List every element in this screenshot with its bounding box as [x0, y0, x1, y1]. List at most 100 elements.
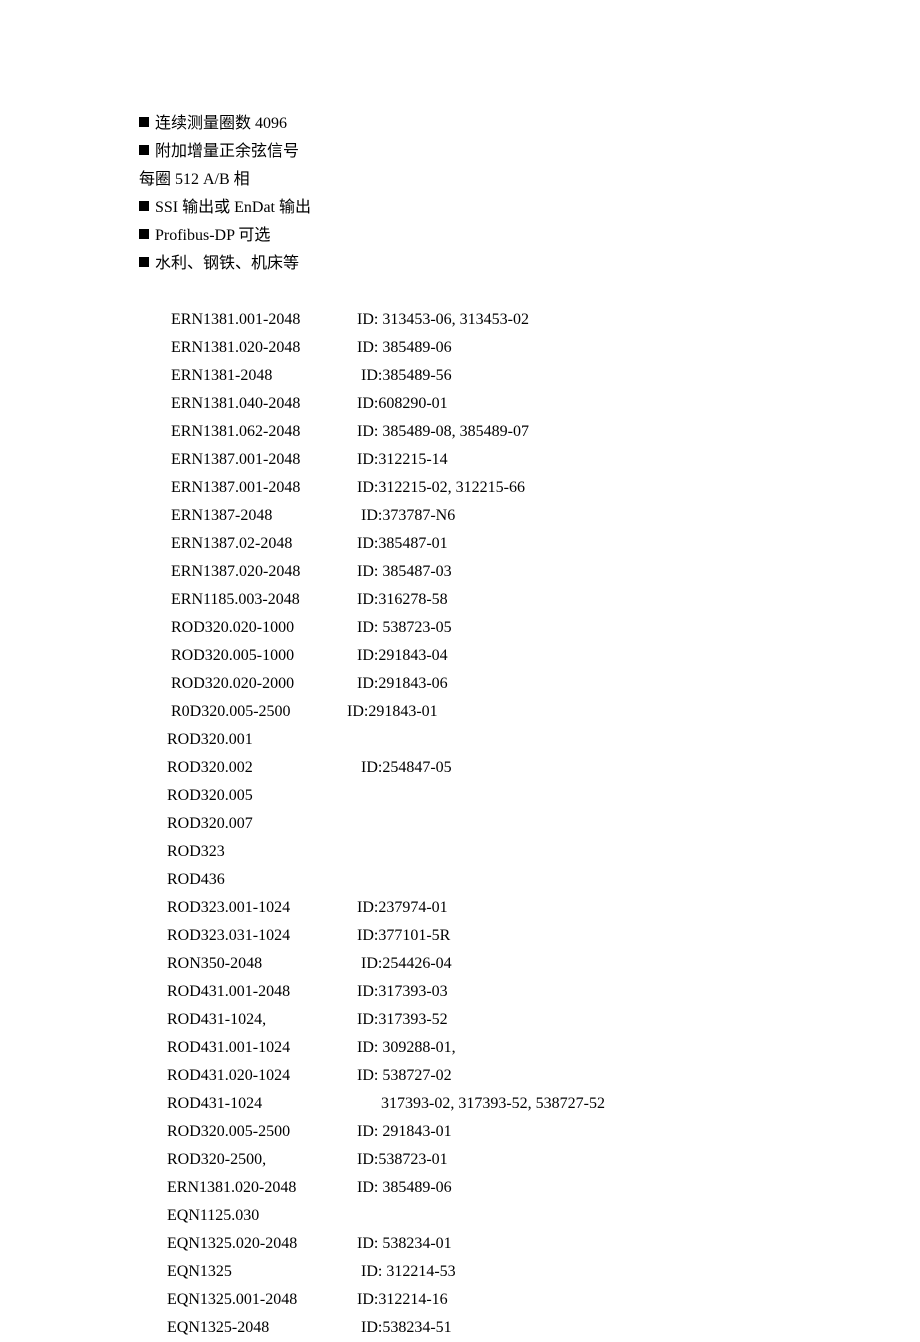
list-item: ROD320.001	[167, 726, 779, 754]
bullet-text: 水利、钢铁、机床等	[155, 255, 299, 272]
model-cell: ERN1381.062-2048	[167, 418, 357, 446]
list-item: EQN1325-2048 ID:538234-51	[167, 1314, 779, 1342]
list-item: ERN1387.02-2048ID:385487-01	[167, 530, 779, 558]
id-cell: ID: 309288-01,	[357, 1034, 779, 1062]
id-cell: ID:538723-01	[357, 1146, 779, 1174]
model-cell: ERN1381.020-2048	[167, 334, 357, 362]
list-item: ROD320.005-1000ID:291843-04	[167, 642, 779, 670]
list-item: ERN1387.001-2048ID:312215-14	[167, 446, 779, 474]
list-item: ERN1381.020-2048ID: 385489-06	[167, 1174, 779, 1202]
bullet-item: Profibus-DP 可选	[139, 222, 779, 250]
model-cell: ERN1381.040-2048	[167, 390, 357, 418]
list-item: ROD436	[167, 866, 779, 894]
list-item: ROD320.020-1000ID: 538723-05	[167, 614, 779, 642]
model-cell: ROD436	[167, 866, 357, 894]
id-cell: ID:291843-01	[347, 698, 779, 726]
model-cell: EQN1125.030	[167, 1202, 357, 1230]
bullet-item: 连续测量圈数 4096	[139, 110, 779, 138]
model-cell: ROD431.001-1024	[167, 1034, 357, 1062]
list-item: EQN1125.030	[167, 1202, 779, 1230]
list-item: ROD320.020-2000ID:291843-06	[167, 670, 779, 698]
square-bullet-icon	[139, 201, 149, 211]
id-cell: ID: 538727-02	[357, 1062, 779, 1090]
id-cell: ID:377101-5R	[357, 922, 779, 950]
model-cell: ROD320.020-1000	[167, 614, 357, 642]
model-cell: ROD320.020-2000	[167, 670, 357, 698]
list-item: ROD431-1024 317393-02, 317393-52, 538727…	[167, 1090, 779, 1118]
model-cell: ROD320.007	[167, 810, 357, 838]
id-cell: ID: 385489-06	[357, 1174, 779, 1202]
model-cell: ERN1387.001-2048	[167, 446, 357, 474]
id-cell	[357, 726, 779, 754]
id-cell: ID:254847-05	[357, 754, 779, 782]
id-cell: ID: 385487-03	[357, 558, 779, 586]
bullet-text: 附加增量正余弦信号	[155, 143, 299, 160]
id-cell: ID:538234-51	[357, 1314, 779, 1342]
bullet-item: 附加增量正余弦信号	[139, 138, 779, 166]
id-cell: ID:312215-02, 312215-66	[357, 474, 779, 502]
square-bullet-icon	[139, 257, 149, 267]
model-cell: ROD323.031-1024	[167, 922, 357, 950]
list-item: ROD431.001-2048ID:317393-03	[167, 978, 779, 1006]
model-cell: ERN1387.020-2048	[167, 558, 357, 586]
model-cell: ERN1185.003-2048	[167, 586, 357, 614]
id-cell: ID: 313453-06, 313453-02	[357, 306, 779, 334]
id-cell: ID:254426-04	[357, 950, 779, 978]
model-cell: ROD320.005-2500	[167, 1118, 357, 1146]
id-cell: ID:385487-01	[357, 530, 779, 558]
list-item: ERN1381.062-2048ID: 385489-08, 385489-07	[167, 418, 779, 446]
id-cell: ID:316278-58	[357, 586, 779, 614]
subline-text: 每圈 512 A/B 相	[139, 171, 250, 188]
list-item: EQN1325.020-2048ID: 538234-01	[167, 1230, 779, 1258]
model-cell: ROD320-2500,	[167, 1146, 357, 1174]
list-item: ERN1381.001-2048ID: 313453-06, 313453-02	[167, 306, 779, 334]
model-cell: ROD320.001	[167, 726, 357, 754]
model-cell: RON350-2048	[167, 950, 357, 978]
id-cell: ID: 385489-06	[357, 334, 779, 362]
list-item: ROD320.002 ID:254847-05	[167, 754, 779, 782]
square-bullet-icon	[139, 229, 149, 239]
square-bullet-icon	[139, 117, 149, 127]
bullet-text: SSI 输出或 EnDat 输出	[155, 199, 311, 216]
model-cell: ROD320.005-1000	[167, 642, 357, 670]
model-cell: ROD320.002	[167, 754, 357, 782]
id-cell: 317393-02, 317393-52, 538727-52	[357, 1090, 779, 1118]
id-cell: ID:291843-04	[357, 642, 779, 670]
list-item: ROD320-2500,ID:538723-01	[167, 1146, 779, 1174]
list-item: ERN1387.001-2048ID:312215-02, 312215-66	[167, 474, 779, 502]
id-cell: ID:385489-56	[357, 362, 779, 390]
model-cell: EQN1325.020-2048	[167, 1230, 357, 1258]
id-cell: ID:317393-03	[357, 978, 779, 1006]
id-cell: ID: 312214-53	[357, 1258, 779, 1286]
id-cell	[357, 1202, 779, 1230]
list-item: ERN1381.020-2048ID: 385489-06	[167, 334, 779, 362]
model-cell: EQN1325-2048	[167, 1314, 357, 1342]
model-cell: ROD431-1024,	[167, 1006, 357, 1034]
bullet-item: SSI 输出或 EnDat 输出	[139, 194, 779, 222]
model-cell: ERN1381.001-2048	[167, 306, 357, 334]
id-cell: ID:291843-06	[357, 670, 779, 698]
list-item: ERN1185.003-2048ID:316278-58	[167, 586, 779, 614]
list-item: ERN1381.040-2048ID:608290-01	[167, 390, 779, 418]
list-item: ROD323	[167, 838, 779, 866]
id-cell: ID:312215-14	[357, 446, 779, 474]
id-cell: ID:237974-01	[357, 894, 779, 922]
model-cell: ERN1381.020-2048	[167, 1174, 357, 1202]
list-item: EQN1325 ID: 312214-53	[167, 1258, 779, 1286]
model-cell: ROD431.001-2048	[167, 978, 357, 1006]
id-cell	[357, 866, 779, 894]
bullet-text: Profibus-DP 可选	[155, 227, 270, 244]
list-item: ROD431.001-1024ID: 309288-01,	[167, 1034, 779, 1062]
list-item: ERN1387-2048 ID:373787-N6	[167, 502, 779, 530]
list-item: R0D320.005-2500ID:291843-01	[167, 698, 779, 726]
model-cell: ERN1387-2048	[167, 502, 357, 530]
id-cell: ID: 538234-01	[357, 1230, 779, 1258]
list-item: ROD320.005-2500ID: 291843-01	[167, 1118, 779, 1146]
list-item: ROD323.001-1024ID:237974-01	[167, 894, 779, 922]
list-item: ROD320.007	[167, 810, 779, 838]
list-item: ROD431-1024,ID:317393-52	[167, 1006, 779, 1034]
model-cell: ROD323.001-1024	[167, 894, 357, 922]
bullet-item: 水利、钢铁、机床等	[139, 250, 779, 278]
id-cell: ID:312214-16	[357, 1286, 779, 1314]
id-cell: ID:373787-N6	[357, 502, 779, 530]
